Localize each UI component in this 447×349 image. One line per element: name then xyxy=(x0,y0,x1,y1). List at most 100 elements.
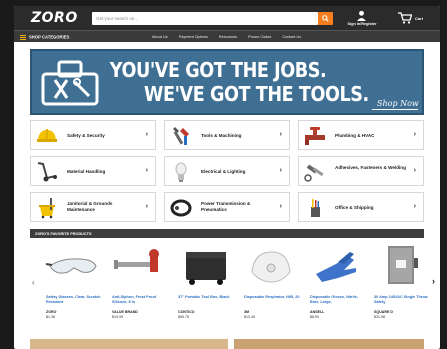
nav-link-payment-options[interactable]: Payment Options xyxy=(179,35,208,39)
product-card-respirator[interactable]: Disposable Respirator, N95, 20 3M $13.45 xyxy=(242,242,300,328)
category-label: Material Handling xyxy=(67,169,106,174)
gloves-image xyxy=(316,252,356,282)
hero-headline-1: YOU'VE GOT THE JOBS. xyxy=(109,58,327,82)
chevron-right-icon: › xyxy=(413,167,416,174)
nav-link-contact-us[interactable]: Contact Us xyxy=(282,35,301,39)
category-janitorial-grounds[interactable]: Janitorial & Grounds Maintenance › xyxy=(30,192,156,222)
category-tools-machining[interactable]: Tools & Machining › xyxy=(164,120,290,150)
product-price: $19.99 xyxy=(112,315,123,319)
product-price: $13.45 xyxy=(244,315,255,319)
search-input[interactable]: Get your search on... xyxy=(92,12,318,25)
category-material-handling[interactable]: Material Handling › xyxy=(30,156,156,186)
product-card-nitrile-gloves[interactable]: Disposable Gloves, Nitrile, Blue, Large,… xyxy=(308,242,366,328)
bolt-icon xyxy=(304,164,324,182)
hero-headline-2: WE'VE GOT THE TOOLS. xyxy=(144,82,369,106)
safety-glasses-image xyxy=(45,258,97,274)
cart-label: Cart xyxy=(415,16,424,21)
promo-banner-right[interactable] xyxy=(234,339,424,349)
chevron-right-icon: › xyxy=(279,167,282,174)
search-button[interactable] xyxy=(318,12,333,25)
shop-now-link[interactable]: Shop Now xyxy=(377,99,419,108)
product-title[interactable]: Safety Glasses, Clear, Scratch Resistant xyxy=(46,295,102,305)
search-icon xyxy=(322,15,329,22)
chevron-right-icon: › xyxy=(279,203,282,210)
category-plumbing-hvac[interactable]: Plumbing & HVAC › xyxy=(298,120,424,150)
category-power-transmission[interactable]: Power Transmission & Pneumatics › xyxy=(164,192,290,222)
product-title[interactable]: Disposable Respirator, N95, 20 xyxy=(244,295,300,300)
cart-link[interactable]: Cart xyxy=(398,10,436,26)
product-brand: SQUARE D xyxy=(374,310,393,314)
hand-truck-icon xyxy=(37,162,57,182)
light-bulb-icon xyxy=(175,162,187,182)
product-brand: 3M xyxy=(244,310,249,314)
nav-link-resources[interactable]: Resources xyxy=(219,35,237,39)
category-label: Adhesives, Fasteners & Welding xyxy=(335,165,406,170)
category-label: Office & Shipping xyxy=(335,205,374,210)
category-adhesives-fasteners-welding[interactable]: Adhesives, Fasteners & Welding › xyxy=(298,156,424,186)
sillcock-image xyxy=(114,249,159,272)
chevron-right-icon: › xyxy=(413,131,416,138)
toolbox-icon xyxy=(41,60,99,106)
mop-bucket-icon xyxy=(39,198,55,219)
wrench-icon xyxy=(173,127,189,145)
product-brand: ZORO xyxy=(46,310,57,314)
menu-icon xyxy=(20,34,26,41)
product-title[interactable]: Disposable Gloves, Nitrile, Blue, Large, xyxy=(310,295,366,305)
nav-links: About Us Payment Options Resources Promo… xyxy=(152,35,311,39)
hero-banner[interactable]: YOU'VE GOT THE JOBS. WE'VE GOT THE TOOLS… xyxy=(30,49,424,115)
category-label: Safety & Security xyxy=(67,133,105,138)
browser-viewport: ZORO Get your search on... Sign In/Regis… xyxy=(14,6,440,349)
nav-bar: SHOP CATEGORIES About Us Payment Options… xyxy=(14,30,440,42)
favorites-heading-bar: ZORO'S FAVORITE PRODUCTS xyxy=(30,229,424,238)
promo-banner-left[interactable] xyxy=(30,339,228,349)
favorites-heading: ZORO'S FAVORITE PRODUCTS xyxy=(35,231,92,236)
product-brand: VALUE BRAND xyxy=(112,310,138,314)
product-card-safety-switch[interactable]: 30 Amp 240VAC Single Throw Safety SQUARE… xyxy=(372,242,430,328)
chevron-right-icon: › xyxy=(413,203,416,210)
product-price: $59.75 xyxy=(178,315,189,319)
chevron-right-icon: › xyxy=(279,131,282,138)
shop-categories-label: SHOP CATEGORIES xyxy=(29,34,70,40)
product-title[interactable]: Anti-Siphon, Frost Proof Sillcock, 8 in xyxy=(112,295,168,305)
tool-box-image xyxy=(186,252,226,285)
chevron-right-icon: › xyxy=(145,167,148,174)
nav-link-promo-codes[interactable]: Promo Codes xyxy=(248,35,271,39)
category-label: Janitorial & Grounds Maintenance xyxy=(67,201,113,212)
respirator-image xyxy=(251,251,291,283)
product-card-tool-box[interactable]: 37" Portable Tool Box, Black CONTICO $59… xyxy=(176,242,234,328)
product-price: $8.99 xyxy=(310,315,319,319)
cart-icon xyxy=(398,12,412,24)
chevron-right-icon: › xyxy=(145,131,148,138)
product-card-safety-glasses[interactable]: Safety Glasses, Clear, Scratch Resistant… xyxy=(44,242,102,328)
product-brand: CONTICO xyxy=(178,310,195,314)
category-electrical-lighting[interactable]: Electrical & Lighting › xyxy=(164,156,290,186)
product-price: $1.38 xyxy=(46,315,55,319)
hard-hat-icon xyxy=(37,129,57,142)
belt-pulley-icon xyxy=(170,199,192,217)
product-card-sillcock[interactable]: Anti-Siphon, Frost Proof Sillcock, 8 in … xyxy=(110,242,168,328)
nav-link-about-us[interactable]: About Us xyxy=(152,35,168,39)
category-label: Tools & Machining xyxy=(201,133,242,138)
safety-switch-image xyxy=(388,246,418,284)
pipe-valve-icon xyxy=(305,127,325,145)
product-title[interactable]: 37" Portable Tool Box, Black xyxy=(178,295,234,300)
category-safety-security[interactable]: Safety & Security › xyxy=(30,120,156,150)
carousel-prev-button[interactable]: ‹ xyxy=(32,278,35,287)
account-link[interactable]: Sign In/Register xyxy=(340,10,384,28)
product-title[interactable]: 30 Amp 240VAC Single Throw Safety xyxy=(374,295,430,305)
zoro-logo[interactable]: ZORO xyxy=(31,10,78,26)
account-label: Sign In/Register xyxy=(347,22,377,26)
category-label: Power Transmission & Pneumatics xyxy=(201,201,251,212)
carousel-next-button[interactable]: › xyxy=(432,276,435,286)
category-office-shipping[interactable]: Office & Shipping › xyxy=(298,192,424,222)
shop-now-underline xyxy=(372,109,418,110)
top-header: ZORO Get your search on... Sign In/Regis… xyxy=(14,6,440,30)
product-brand: ANSELL xyxy=(310,310,325,314)
chevron-right-icon: › xyxy=(145,203,148,210)
shop-categories-button[interactable]: SHOP CATEGORIES xyxy=(20,34,69,41)
category-label: Plumbing & HVAC xyxy=(335,133,375,138)
user-icon xyxy=(357,10,366,21)
category-label: Electrical & Lighting xyxy=(201,169,246,174)
pen-cup-icon xyxy=(311,199,320,217)
product-price: $31.98 xyxy=(374,315,385,319)
